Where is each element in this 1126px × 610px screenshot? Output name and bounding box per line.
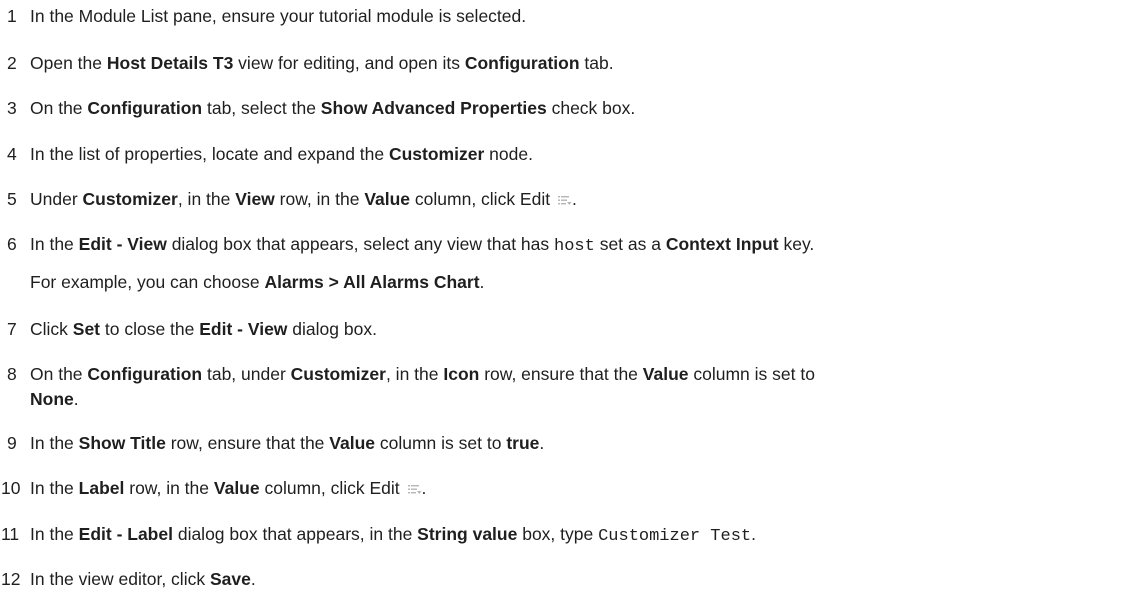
step-number: 6 [7, 234, 17, 254]
dialog-name: Edit - Label [78, 524, 173, 544]
step-number: 9 [7, 433, 17, 453]
step-text: In the Module List pane, ensure your tut… [30, 6, 527, 26]
view-name: Host Details T3 [106, 53, 234, 73]
typed-value: Customizer Test [598, 527, 752, 546]
column-name: Value [213, 478, 260, 498]
step-number: 1 [7, 6, 17, 26]
edit-list-icon [407, 482, 422, 496]
step-text: Click Set to close the Edit - View dialo… [30, 319, 377, 339]
button-name: Save [209, 569, 251, 589]
field-name: Context Input [665, 234, 779, 254]
tab-name: Configuration [87, 364, 203, 384]
step-text: In the list of properties, locate and ex… [30, 144, 533, 164]
column-name: Value [364, 189, 411, 209]
node-name: Customizer [388, 144, 485, 164]
column-name: Value [642, 364, 689, 384]
tab-name: Configuration [464, 53, 580, 73]
step-number: 12 [1, 569, 21, 589]
step-text: On the Configuration tab, select the Sho… [30, 98, 636, 118]
step-number: 7 [7, 319, 17, 339]
step-number: 3 [7, 98, 17, 118]
checkbox-name: Show Advanced Properties [320, 98, 547, 118]
menu-path: Alarms > All Alarms Chart [264, 272, 480, 292]
row-name: View [235, 189, 275, 209]
step-number: 5 [7, 189, 17, 209]
value-name: None [30, 389, 74, 409]
step-number: 8 [7, 364, 17, 384]
code-key: host [554, 237, 595, 256]
step-text: In the Show Title row, ensure that the V… [30, 433, 545, 453]
node-name: Customizer [290, 364, 386, 384]
step-number: 4 [7, 144, 17, 164]
tab-name: Configuration [87, 98, 203, 118]
edit-list-icon [557, 193, 572, 207]
procedure-steps: 1 In the Module List pane, ensure your t… [0, 0, 1126, 610]
step-text: In the view editor, click Save. [30, 569, 256, 589]
step-text: In the Label row, in the Value column, c… [30, 478, 427, 498]
step-number: 2 [7, 53, 17, 73]
row-name: Show Title [78, 433, 166, 453]
step-text: Under Customizer, in the View row, in th… [30, 189, 577, 209]
step-text: In the Edit - Label dialog box that appe… [30, 524, 756, 546]
step-note: For example, you can choose Alarms > All… [30, 272, 485, 292]
step-number: 11 [1, 524, 20, 544]
field-name: String value [417, 524, 518, 544]
row-name: Label [78, 478, 125, 498]
button-name: Set [72, 319, 101, 339]
row-name: Icon [443, 364, 480, 384]
step-number: 10 [1, 478, 21, 498]
value-name: true [506, 433, 540, 453]
step-text: On the Configuration tab, under Customiz… [30, 364, 815, 409]
column-name: Value [329, 433, 376, 453]
step-text: In the Edit - View dialog box that appea… [30, 234, 815, 256]
dialog-name: Edit - View [199, 319, 288, 339]
node-name: Customizer [82, 189, 178, 209]
step-text: Open the Host Details T3 view for editin… [30, 53, 614, 73]
dialog-name: Edit - View [78, 234, 167, 254]
